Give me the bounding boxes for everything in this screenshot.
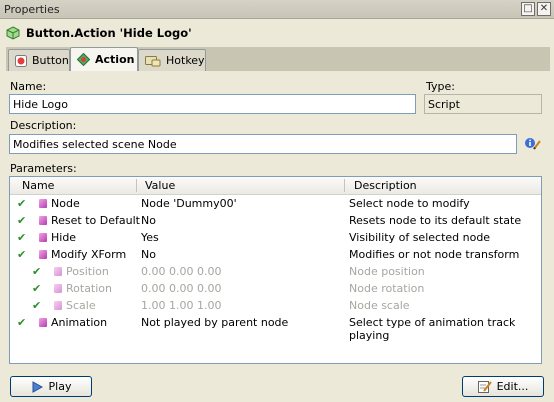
node-icon [54,301,62,310]
param-value[interactable]: 0.00 0.00 0.00 [141,282,221,295]
check-icon[interactable]: ✔ [32,299,41,312]
name-input[interactable] [9,94,416,114]
tab-label: Button [32,54,69,67]
parameters-label: Parameters: [10,162,77,175]
param-value[interactable]: 1.00 1.00 1.00 [141,299,221,312]
param-value[interactable]: Node 'Dummy00' [141,197,237,210]
check-icon[interactable]: ✔ [17,197,26,210]
play-label: Play [48,380,72,393]
play-button[interactable]: Play [10,376,92,397]
check-icon[interactable]: ✔ [32,265,41,278]
node-icon [39,318,47,327]
action-icon [77,53,90,66]
tab-hotkey[interactable]: Hotkey [138,49,206,71]
close-icon: ✕ [539,3,549,14]
edit-label: Edit... [496,380,529,393]
check-icon[interactable]: ✔ [17,248,26,261]
edit-button[interactable]: Edit... [462,376,544,397]
param-description: Select node to modify [349,197,470,210]
table-row[interactable]: ✔ Modify XForm No Modifies or not node tran… [10,246,541,263]
param-value[interactable]: 0.00 0.00 0.00 [141,265,221,278]
restore-button[interactable]: □ [521,2,535,16]
description-label: Description: [10,119,77,132]
column-header-value[interactable]: Value [145,179,175,192]
object-title: Button.Action 'Hide Logo' [26,26,192,40]
type-field: Script [424,94,542,114]
param-name: Reset to Default [51,214,140,227]
param-description: Node rotation [349,282,425,295]
close-button[interactable]: ✕ [537,2,551,16]
column-divider[interactable] [136,179,137,192]
table-row[interactable]: ✔ Reset to Default No Resets node to its de… [10,212,541,229]
object-header: Button.Action 'Hide Logo' [6,24,192,42]
param-description: Select type of animation track playing [349,316,516,342]
node-icon [39,250,47,259]
param-value[interactable]: No [141,248,156,261]
node-icon [54,284,62,293]
tab-action[interactable]: Action [70,47,138,71]
check-icon[interactable]: ✔ [17,231,26,244]
column-header-description[interactable]: Description [354,179,417,192]
param-name: Scale [66,299,96,312]
table-row[interactable]: ✔ Node Node 'Dummy00' Select node to modify [10,195,541,212]
param-value[interactable]: Yes [141,231,159,244]
tab-button[interactable]: Button [8,49,70,71]
table-row[interactable]: ✔ Scale 1.00 1.00 1.00 Node scale [10,297,541,314]
param-description: Node scale [349,299,410,312]
check-icon[interactable]: ✔ [17,214,26,227]
title-bar: Properties □ ✕ [0,0,554,19]
param-value[interactable]: Not played by parent node [141,316,288,329]
restore-icon: □ [523,3,533,14]
node-icon [39,216,47,225]
type-label: Type: [426,80,455,93]
param-name: Modify XForm [51,248,127,261]
param-name: Rotation [66,282,113,295]
table-row[interactable]: ✔ Position 0.00 0.00 0.00 Node position [10,263,541,280]
tab-strip: Button Action Hotkey [6,47,550,71]
node-icon [54,267,62,276]
column-divider[interactable] [344,179,345,192]
param-name: Animation [51,316,108,329]
check-icon[interactable]: ✔ [17,316,26,329]
window-title: Properties [4,3,60,16]
button-icon [15,54,27,67]
node-icon [39,233,47,242]
description-input[interactable] [9,134,517,154]
table-header: Name Value Description [10,177,541,195]
info-edit-icon[interactable] [524,135,542,153]
cube-icon [6,26,20,40]
check-icon[interactable]: ✔ [32,282,41,295]
name-label: Name: [10,80,47,93]
parameters-table: Name Value Description ✔ Node Node 'Dummy0… [9,176,542,364]
param-name: Hide [51,231,77,244]
param-value[interactable]: No [141,214,156,227]
param-name: Node [51,197,80,210]
table-row[interactable]: ✔ Hide Yes Visibility of selected node [10,229,541,246]
tab-label: Hotkey [166,54,205,67]
table-row[interactable]: ✔ Animation Not played by parent node Selec… [10,314,541,342]
edit-icon [477,381,492,393]
param-description: Node position [349,265,425,278]
param-description: Modifies or not node transform [349,248,520,261]
tab-label: Action [95,53,135,66]
play-icon [32,380,43,393]
node-icon [39,199,47,208]
param-description: Visibility of selected node [349,231,491,244]
column-header-name[interactable]: Name [22,179,54,192]
keyboard-icon [145,56,161,67]
param-name: Position [66,265,109,278]
param-description: Resets node to its default state [349,214,522,227]
table-row[interactable]: ✔ Rotation 0.00 0.00 0.00 Node rotation [10,280,541,297]
